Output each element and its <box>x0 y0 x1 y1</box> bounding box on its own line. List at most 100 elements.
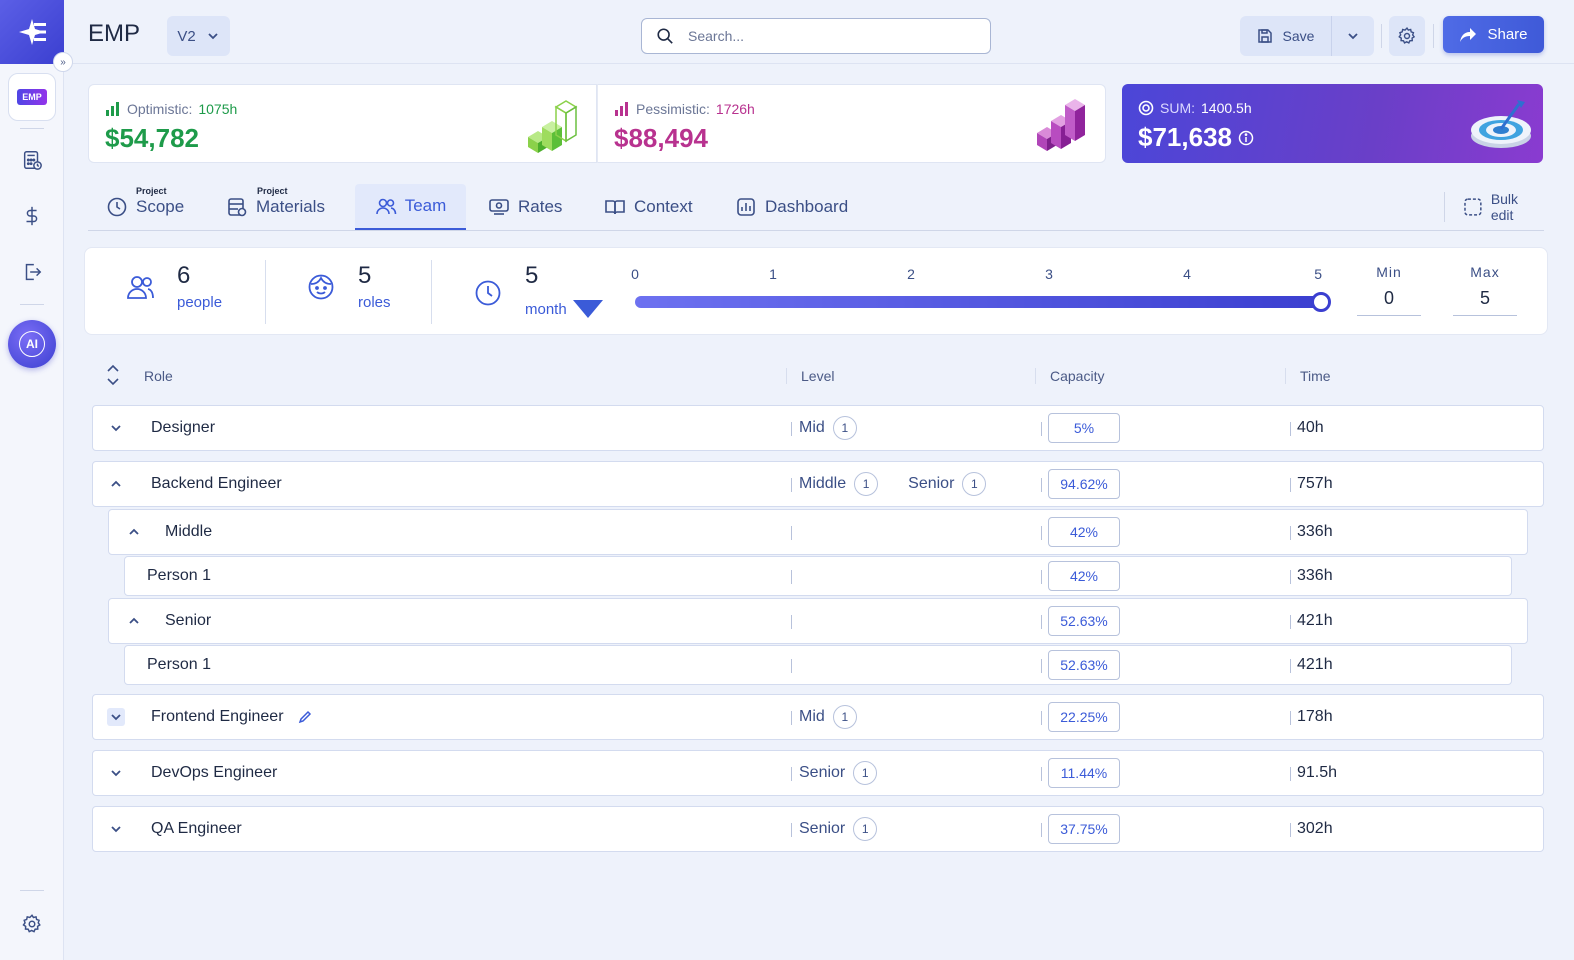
info-icon[interactable] <box>1238 130 1254 146</box>
capacity-input[interactable]: 5% <box>1048 413 1120 443</box>
tab-rates[interactable]: Rates <box>488 184 562 230</box>
capacity-input[interactable]: 22.25% <box>1048 702 1120 732</box>
share-button[interactable]: Share <box>1443 16 1544 53</box>
tab-context[interactable]: Context <box>604 184 693 230</box>
save-button[interactable]: Save <box>1240 16 1332 56</box>
settings-icon[interactable] <box>18 910 46 938</box>
search-input[interactable] <box>688 28 958 44</box>
optimistic-label: Optimistic: <box>127 101 193 117</box>
table-row-person[interactable]: Person 1 42% 336h <box>124 556 1512 596</box>
table-row-designer[interactable]: Designer Mid 1 5% 40h <box>92 405 1544 451</box>
sum-card: SUM: 1400.5h $71,638 <box>1122 84 1543 163</box>
sort-icon[interactable] <box>104 362 122 388</box>
level-chip[interactable]: Senior 1 <box>799 817 878 841</box>
capacity-cell: 37.75% <box>1048 807 1120 851</box>
search-icon <box>657 28 673 44</box>
tab-project-scope[interactable]: Project Scope <box>106 184 184 230</box>
capacity-input[interactable]: 94.62% <box>1048 469 1120 499</box>
dollar-icon[interactable] <box>18 202 46 230</box>
capacity-cell: 52.63% <box>1048 646 1120 684</box>
capacity-input[interactable]: 42% <box>1048 517 1120 547</box>
export-icon[interactable] <box>18 258 46 286</box>
settings-button[interactable] <box>1389 16 1425 56</box>
min-value[interactable]: 0 <box>1357 288 1421 316</box>
chevron-up-icon[interactable] <box>121 599 147 643</box>
level-chip[interactable]: Senior 1 <box>908 472 987 496</box>
sidebar: » EMP AI <box>0 0 73 960</box>
share-label: Share <box>1487 26 1528 43</box>
duration-unit-dropdown[interactable]: month <box>525 294 603 324</box>
pencil-icon[interactable] <box>298 710 312 724</box>
chevron-up-icon[interactable] <box>103 462 129 506</box>
chevron-down-icon[interactable] <box>103 695 129 739</box>
table-row-frontend-engineer[interactable]: Frontend Engineer Mid 1 22.25% 178h <box>92 694 1544 740</box>
table-row-level-middle[interactable]: Middle 42% 336h <box>108 509 1528 555</box>
header-role[interactable]: Role <box>130 368 173 384</box>
table-row-qa-engineer[interactable]: QA Engineer Senior 1 37.75% 302h <box>92 806 1544 852</box>
table-row-devops-engineer[interactable]: DevOps Engineer Senior 1 11.44% 91.5h <box>92 750 1544 796</box>
level-chip[interactable]: Mid 1 <box>799 705 857 729</box>
slider-thumb[interactable] <box>1311 292 1331 312</box>
time-value: 336h <box>1297 523 1333 540</box>
cell-divider <box>1290 422 1291 436</box>
expand-sidebar-button[interactable]: » <box>53 52 73 72</box>
cell-divider <box>791 526 792 540</box>
table-row-person[interactable]: Person 1 52.63% 421h <box>124 645 1512 685</box>
capacity-input[interactable]: 52.63% <box>1048 650 1120 680</box>
header-capacity[interactable]: Capacity <box>1035 368 1104 384</box>
dashboard-icon <box>737 198 755 216</box>
tab-label: Materials <box>256 197 325 216</box>
cell-divider <box>1290 615 1291 629</box>
app-logo[interactable] <box>0 0 64 64</box>
table-row-backend-engineer[interactable]: Backend Engineer Middle 1 Senior 1 94.62% … <box>92 461 1544 507</box>
clock-icon <box>107 197 127 217</box>
level-chip[interactable]: Middle 1 <box>799 472 879 496</box>
team-table-header: Role Level Capacity Time <box>92 362 1544 390</box>
people-unit: people <box>177 294 223 311</box>
bar-chart-icon <box>615 102 628 116</box>
sum-value-row: $71,638 <box>1138 122 1254 153</box>
tab-bar: Project Scope Project Materials Team Rat… <box>88 184 1544 231</box>
duration-slider[interactable] <box>635 292 1331 312</box>
chevron-down-icon[interactable] <box>103 807 129 851</box>
duration-stat: 5 month <box>473 262 603 324</box>
chevron-down-icon[interactable] <box>103 406 129 450</box>
level-name: Senior <box>908 475 955 492</box>
ai-assistant-button[interactable]: AI <box>8 320 56 368</box>
tab-project-materials[interactable]: Project Materials <box>226 184 325 230</box>
max-field[interactable]: Max 5 <box>1453 264 1517 316</box>
version-dropdown[interactable]: V2 <box>167 16 230 56</box>
max-value[interactable]: 5 <box>1453 288 1517 316</box>
tab-label: Dashboard <box>765 197 849 216</box>
sum-label-row: SUM: 1400.5h <box>1138 100 1252 116</box>
cell-divider <box>791 615 792 629</box>
optimistic-card: Optimistic: 1075h $54,782 <box>88 84 597 163</box>
level-chip[interactable]: Mid 1 <box>799 416 857 440</box>
app-title: EMP <box>88 20 141 47</box>
header-level[interactable]: Level <box>786 368 834 384</box>
calculator-icon[interactable] <box>18 146 46 174</box>
tab-team[interactable]: Team <box>355 184 466 230</box>
time-value: 336h <box>1297 567 1333 584</box>
cell-divider <box>1290 823 1291 837</box>
capacity-input[interactable]: 37.75% <box>1048 814 1120 844</box>
capacity-input[interactable]: 42% <box>1048 561 1120 591</box>
chevron-down-icon[interactable] <box>103 751 129 795</box>
chevron-up-icon[interactable] <box>121 510 147 554</box>
search-box[interactable] <box>641 18 991 54</box>
level-chip[interactable]: Senior 1 <box>799 761 878 785</box>
green-bars-illustration <box>528 100 578 153</box>
min-field[interactable]: Min 0 <box>1357 264 1421 316</box>
time-value: 421h <box>1297 656 1333 673</box>
capacity-input[interactable]: 52.63% <box>1048 606 1120 636</box>
capacity-input[interactable]: 11.44% <box>1048 758 1120 788</box>
tab-tag: Project <box>257 186 288 196</box>
tab-dashboard[interactable]: Dashboard <box>735 184 848 230</box>
duration-count: 5 <box>525 262 539 289</box>
save-options-button[interactable] <box>1332 16 1374 56</box>
table-row-level-senior[interactable]: Senior 52.63% 421h <box>108 598 1528 644</box>
header-time[interactable]: Time <box>1285 368 1331 384</box>
toolbar-divider <box>1433 24 1434 48</box>
project-badge[interactable]: EMP <box>8 73 56 121</box>
bulk-edit-button[interactable]: Bulk edit <box>1444 191 1544 223</box>
